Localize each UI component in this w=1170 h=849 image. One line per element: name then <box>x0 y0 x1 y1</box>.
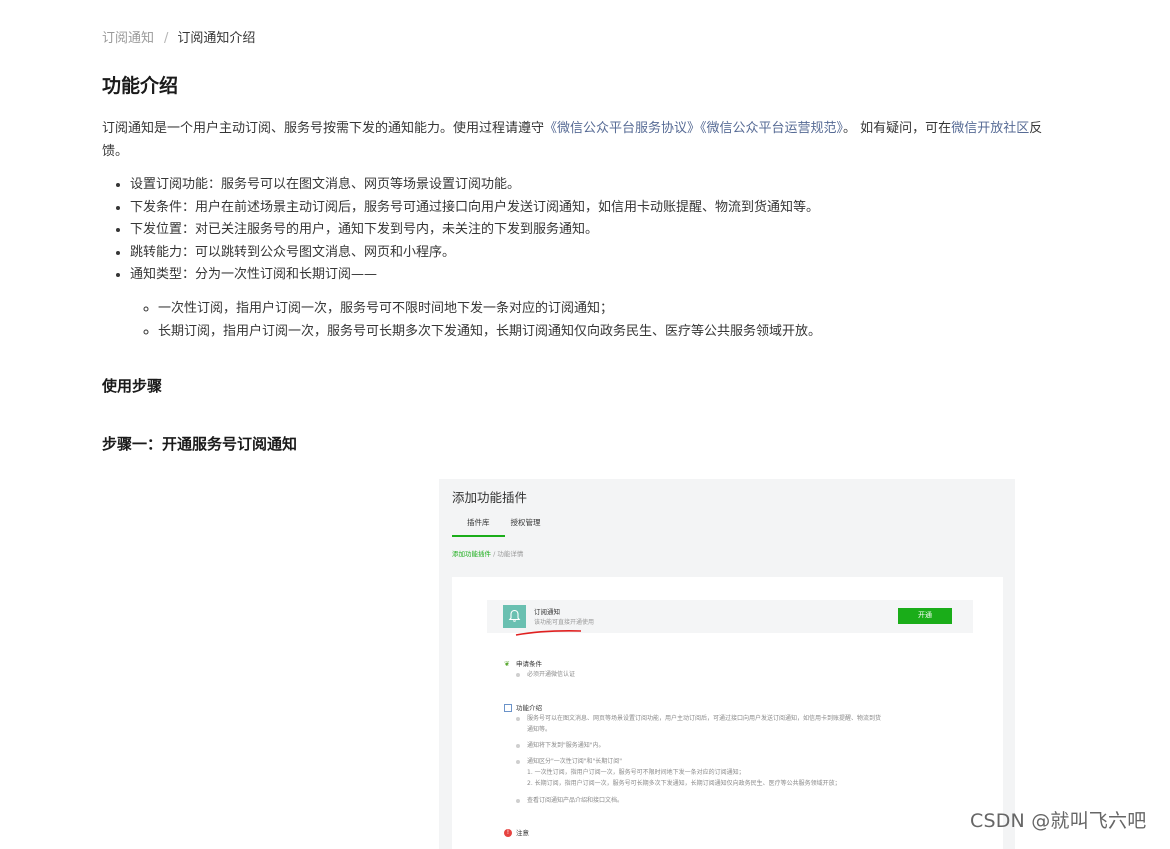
list-item-continued: 1. 一次性订阅，指用户订阅一次，服务号可不限时间地下发一条对应的订阅通知； <box>527 768 947 778</box>
operation-rules-link[interactable]: 《微信公众平台运营规范》 <box>700 121 843 136</box>
function-intro-text-cont: 1. 一次性订阅，指用户订阅一次，服务号可不限时间地下发一条对应的订阅通知； <box>527 769 745 776</box>
plugin-name: 订阅通知 <box>534 608 560 616</box>
watermark: CSDN @就叫飞六吧 <box>970 810 1147 832</box>
screenshot-tabs: 插件库 授权管理 <box>452 517 550 537</box>
embedded-screenshot: 添加功能插件 插件库 授权管理 添加功能插件 / 功能详情 订阅通知 该功能可直接… <box>439 479 1015 849</box>
bullet-dot-icon <box>516 743 520 748</box>
plugin-description: 该功能可直接开通使用 <box>534 619 595 626</box>
list-item: 必须开通微信认证 <box>516 670 947 680</box>
function-intro-text: 通知区分"一次性订阅"和"长期订阅" <box>527 758 623 765</box>
intro-text-2: 。 如有疑问，可在 <box>843 121 952 136</box>
list-item: 通知将下发到"服务通知"内。 <box>516 741 947 751</box>
function-intro-title: 功能介绍 <box>516 704 542 712</box>
screenshot-title: 添加功能插件 <box>452 490 528 505</box>
screenshot-breadcrumb-link[interactable]: 添加功能插件 <box>452 550 491 558</box>
warning-icon: ! <box>504 829 513 837</box>
function-intro-text: 查看订阅通知产品介绍和接口文档。 <box>527 797 624 804</box>
list-item: 设置订阅功能：服务号可以在图文消息、网页等场景设置订阅功能。 <box>130 174 1070 197</box>
apply-condition-text: 必须开通微信认证 <box>527 671 576 678</box>
apply-conditions-heading: ❦ 申请条件 <box>504 658 542 668</box>
open-community-link[interactable]: 微信开放社区 <box>951 121 1029 136</box>
red-underline-annotation <box>515 630 582 636</box>
function-intro-text: 通知将下发到"服务通知"内。 <box>527 742 605 749</box>
feature-list: 设置订阅功能：服务号可以在图文消息、网页等场景设置订阅功能。 下发条件：用户在前… <box>102 174 1070 287</box>
list-item-continued: 2. 长期订阅，指用户订阅一次，服务号可长期多次下发通知，长期订阅通知仅向政务民… <box>527 779 947 789</box>
step-one-heading: 步骤一：开通服务号订阅通知 <box>102 435 298 453</box>
list-item-continued: 通知等。 <box>527 725 947 735</box>
function-intro-text: 服务号可以在图文消息、网页等场景设置订阅功能，用户主动订阅后，可通过接口向用户发… <box>527 715 882 722</box>
bullet-dot-icon <box>516 672 520 677</box>
notice-title: 注意 <box>516 829 529 837</box>
list-item: 下发位置：对已关注服务号的用户，通知下发到号内，未关注的下发到服务通知。 <box>130 219 1070 242</box>
bullet-dot-icon <box>516 759 520 764</box>
plugin-detail-panel: 订阅通知 该功能可直接开通使用 开通 ❦ 申请条件 必须开通微信认证 功能介绍 服… <box>452 577 1003 849</box>
list-item: 通知类型：分为一次性订阅和长期订阅—— <box>130 264 1070 287</box>
list-item: 服务号可以在图文消息、网页等场景设置订阅功能，用户主动订阅后，可通过接口向用户发… <box>516 714 947 724</box>
notice-heading: ! 注意 <box>504 827 529 837</box>
usage-steps-heading: 使用步骤 <box>102 377 163 395</box>
breadcrumb: 订阅通知 / 订阅通知介绍 <box>102 30 255 48</box>
bell-icon <box>503 605 526 628</box>
bullet-dot-icon <box>516 798 520 803</box>
breadcrumb-separator: / <box>164 31 169 46</box>
breadcrumb-parent-link[interactable]: 订阅通知 <box>102 31 154 46</box>
list-item: 通知区分"一次性订阅"和"长期订阅" <box>516 757 947 767</box>
leaf-icon: ❦ <box>504 660 510 668</box>
subscription-type-list: 一次性订阅，指用户订阅一次，服务号可不限时间地下发一条对应的订阅通知； 长期订阅… <box>102 298 1078 343</box>
document-icon <box>504 704 513 712</box>
function-intro-text-cont: 通知等。 <box>527 726 552 733</box>
apply-conditions-title: 申请条件 <box>516 660 542 668</box>
breadcrumb-current: 订阅通知介绍 <box>177 31 256 46</box>
intro-paragraph: 订阅通知是一个用户主动订阅、服务号按需下发的通知能力。使用过程请遵守《微信公众平… <box>102 117 1062 163</box>
list-item: 跳转能力：可以跳转到公众号图文消息、网页和小程序。 <box>130 242 1070 265</box>
service-agreement-link[interactable]: 《微信公众平台服务协议》 <box>544 121 700 136</box>
list-item: 查看订阅通知产品介绍和接口文档。 <box>516 796 947 806</box>
list-item: 下发条件：用户在前述场景主动订阅后，服务号可通过接口向用户发送订阅通知，如信用卡… <box>130 197 1070 220</box>
enable-plugin-button[interactable]: 开通 <box>898 608 952 624</box>
function-intro-heading: 功能介绍 <box>504 702 542 712</box>
function-intro-text-cont: 2. 长期订阅，指用户订阅一次，服务号可长期多次下发通知，长期订阅通知仅向政务民… <box>527 780 841 787</box>
screenshot-breadcrumb-current: / 功能详情 <box>491 550 524 558</box>
page-title: 功能介绍 <box>102 75 179 97</box>
list-item: 一次性订阅，指用户订阅一次，服务号可不限时间地下发一条对应的订阅通知； <box>158 298 1078 321</box>
tab-plugin-library[interactable]: 插件库 <box>452 517 505 537</box>
bullet-dot-icon <box>516 716 520 721</box>
tab-authorization[interactable]: 授权管理 <box>505 517 550 535</box>
list-item: 长期订阅，指用户订阅一次，服务号可长期多次下发通知，长期订阅通知仅向政务民生、医… <box>158 321 1078 344</box>
intro-text-1: 订阅通知是一个用户主动订阅、服务号按需下发的通知能力。使用过程请遵守 <box>102 121 545 136</box>
screenshot-breadcrumb: 添加功能插件 / 功能详情 <box>452 548 523 558</box>
